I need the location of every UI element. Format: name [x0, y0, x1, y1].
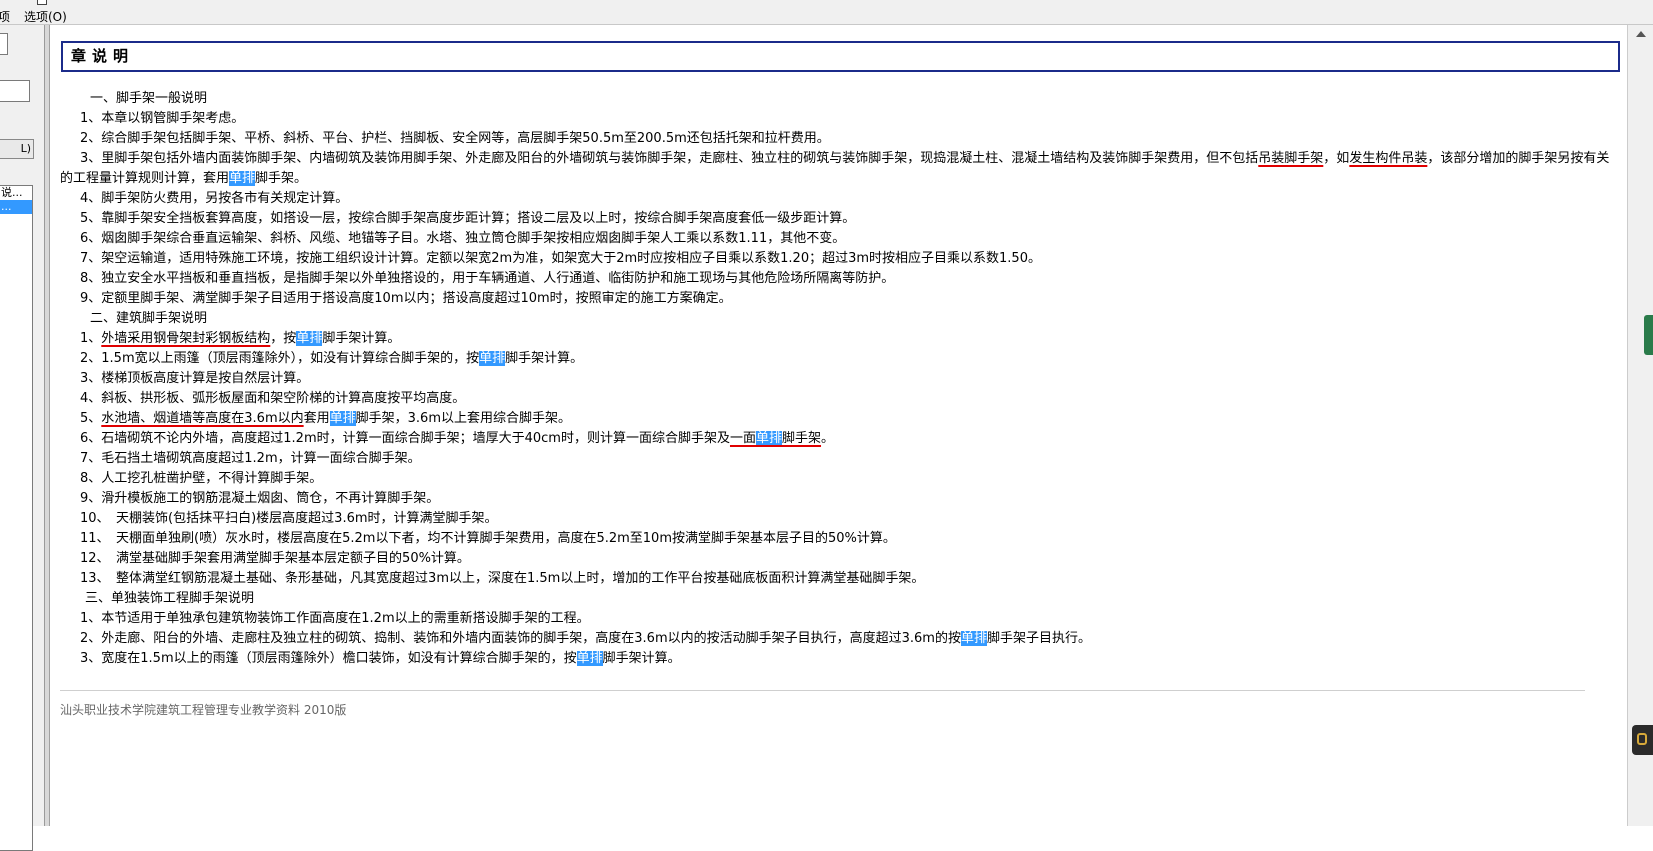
text-segment: 2、综合脚手架包括脚手架、平桥、斜桥、平台、护栏、挡脚板、安全网等，高层脚手架5… — [80, 131, 830, 146]
toolbar-item-view[interactable]: 项 — [0, 0, 14, 24]
text-segment: ，如 — [1323, 151, 1350, 166]
underlined-text: 外墙采用钢骨架封彩钢板结构 — [101, 331, 271, 346]
toolbar-item-view-label: 项 — [0, 10, 11, 24]
list-item[interactable]: 说... — [0, 186, 32, 200]
text-segment: 5、靠脚手架安全挡板套算高度，如搭设一层，按综合脚手架高度步距计算；搭设二层及以… — [80, 211, 856, 226]
text-segment: 脚手架，3.6m以上套用综合脚手架。 — [355, 411, 571, 426]
list-item: 13、 整体满堂红钢筋混凝土基础、条形基础，凡其宽度超过3m以上，深度在1.5m… — [60, 569, 1620, 589]
text-segment: 3、楼梯顶板高度计算是按自然层计算。 — [80, 371, 310, 386]
text-segment: ，按 — [270, 331, 297, 346]
text-segment: 9、滑升模板施工的钢筋混凝土烟囱、筒仓，不再计算脚手架。 — [80, 491, 440, 506]
list-item: 4、斜板、拱形板、弧形板屋面和架空阶梯的计算高度按平均高度。 — [60, 389, 1620, 409]
text-segment: 8、人工挖孔桩凿护壁，不得计算脚手架。 — [80, 471, 323, 486]
list-item-selected[interactable]: ... — [0, 200, 32, 214]
underlined-text: 吊装脚手架 — [1258, 151, 1324, 166]
text-segment: 。 — [821, 431, 835, 446]
section-title: 二、建筑脚手架说明 — [90, 311, 208, 326]
search-highlight: 单排 — [329, 411, 356, 426]
list-item: 1、本章以钢管脚手架考虑。 — [60, 109, 1620, 129]
list-item: 3、里脚手架包括外墙内面装饰脚手架、内墙砌筑及装饰用脚手架、外走廊及阳台的外墙砌… — [60, 149, 1620, 189]
section-title: 三、单独装饰工程脚手架说明 — [85, 591, 255, 606]
list-item: 9、定额里脚手架、满堂脚手架子目适用于搭设高度10m以内；搭设高度超过10m时，… — [60, 289, 1620, 309]
text-segment: 1、 — [80, 331, 102, 346]
list-item: 6、石墙砌筑不论内外墙，高度超过1.2m时，计算一面综合脚手架；墙厚大于40cm… — [60, 429, 1620, 449]
text-segment: 3、宽度在1.5m以上的雨篷（顶层雨篷除外）檐口装饰，如没有计算综合脚手架的，按 — [80, 651, 577, 666]
text-segment: 12、 满堂基础脚手架套用满堂脚手架基本层定额子目的50%计算。 — [80, 551, 470, 566]
list-item: 9、滑升模板施工的钢筋混凝土烟囱、筒仓，不再计算脚手架。 — [60, 489, 1620, 509]
text-segment: 13、 整体满堂红钢筋混凝土基础、条形基础，凡其宽度超过3m以上，深度在1.5m… — [80, 571, 925, 586]
text-segment: 2、1.5m宽以上雨篷（顶层雨篷除外），如没有计算综合脚手架的，按 — [80, 351, 480, 366]
text-segment: 5、 — [80, 411, 102, 426]
list-item: 7、架空运输道，适用特殊施工环境，按施工组织设计计算。定额以架宽2m为准，如架宽… — [60, 249, 1620, 269]
search-highlight: 单排 — [960, 631, 987, 646]
text-segment: 4、脚手架防火费用，另按各市有关规定计算。 — [80, 191, 349, 206]
list-item: 2、综合脚手架包括脚手架、平桥、斜桥、平台、护栏、挡脚板、安全网等，高层脚手架5… — [60, 129, 1620, 149]
vertical-scrollbar[interactable] — [1627, 25, 1653, 826]
left-pane-topic-list[interactable]: 说... ... — [0, 185, 33, 851]
text-segment: 11、 天棚面单独刷(喷）灰水时，楼层高度在5.2m以下者，均不计算脚手架费用，… — [80, 531, 896, 546]
left-pane: L) 说... ... — [0, 25, 45, 851]
toolbar: 项 选项(O) — [0, 0, 1653, 25]
list-item: 1、本节适用于单独承包建筑物装饰工作面高度在1.2m以上的需重新搭设脚手架的工程… — [60, 609, 1620, 629]
list-item: 2、1.5m宽以上雨篷（顶层雨篷除外），如没有计算综合脚手架的，按单排脚手架计算… — [60, 349, 1620, 369]
toolbar-options-label: 选项(O) — [24, 10, 67, 24]
list-item: 11、 天棚面单独刷(喷）灰水时，楼层高度在5.2m以下者，均不计算脚手架费用，… — [60, 529, 1620, 549]
side-tab[interactable] — [1644, 315, 1653, 355]
toolbar-options-button[interactable]: 选项(O) — [24, 0, 68, 24]
text-segment: 1、本节适用于单独承包建筑物装饰工作面高度在1.2m以上的需重新搭设脚手架的工程… — [80, 611, 590, 626]
list-item: 5、水池墙、烟道墙等高度在3.6m以内套用单排脚手架，3.6m以上套用综合脚手架… — [60, 409, 1620, 429]
list-item: 7、毛石挡土墙砌筑高度超过1.2m，计算一面综合脚手架。 — [60, 449, 1620, 469]
underlined-text: 发生构件吊装 — [1349, 151, 1428, 166]
list-item: 3、楼梯顶板高度计算是按自然层计算。 — [60, 369, 1620, 389]
text-segment: 3、里脚手架包括外墙内面装饰脚手架、内墙砌筑及装饰用脚手架、外走廊及阳台的外墙砌… — [80, 151, 1259, 166]
text-segment: 1、本章以钢管脚手架考虑。 — [80, 111, 245, 126]
left-pane-list-button[interactable]: L) — [0, 139, 34, 159]
dock-button[interactable] — [1632, 725, 1653, 755]
search-highlight: 单排 — [479, 351, 506, 366]
footer-divider — [60, 690, 1585, 691]
text-segment: 脚手架计算。 — [505, 351, 584, 366]
list-item: 4、脚手架防火费用，另按各市有关规定计算。 — [60, 189, 1620, 209]
text-segment: 2、外走廊、阳台的外墙、走廊柱及独立柱的砌筑、捣制、装饰和外墙内面装饰的脚手架，… — [80, 631, 961, 646]
text-segment: 7、架空运输道，适用特殊施工环境，按施工组织设计计算。定额以架宽2m为准，如架宽… — [80, 251, 1041, 266]
text-segment: 4、斜板、拱形板、弧形板屋面和架空阶梯的计算高度按平均高度。 — [80, 391, 466, 406]
list-item: 12、 满堂基础脚手架套用满堂脚手架基本层定额子目的50%计算。 — [60, 549, 1620, 569]
list-item: 3、宽度在1.5m以上的雨篷（顶层雨篷除外）檐口装饰，如没有计算综合脚手架的，按… — [60, 649, 1620, 669]
text-segment: 10、 天棚装饰(包括抹平扫白)楼层高度超过3.6m时，计算满堂脚手架。 — [80, 511, 498, 526]
lock-icon — [1637, 733, 1647, 745]
search-highlight: 单排 — [755, 431, 782, 446]
underlined-text: 脚手架 — [782, 431, 822, 446]
underlined-text: 一面 — [729, 431, 756, 446]
footer-text: 汕头职业技术学院建筑工程管理专业教学资料 2010版 — [60, 703, 347, 717]
options-icon — [37, 0, 47, 5]
text-segment: 9、定额里脚手架、满堂脚手架子目适用于搭设高度10m以内；搭设高度超过10m时，… — [80, 291, 732, 306]
list-item: 10、 天棚装饰(包括抹平扫白)楼层高度超过3.6m时，计算满堂脚手架。 — [60, 509, 1620, 529]
section-title: 一、脚手架一般说明 — [90, 91, 208, 106]
list-item: 5、靠脚手架安全挡板套算高度，如搭设一层，按综合脚手架高度步距计算；搭设二层及以… — [60, 209, 1620, 229]
document-content: 一、脚手架一般说明 1、本章以钢管脚手架考虑。 2、综合脚手架包括脚手架、平桥、斜桥… — [60, 89, 1620, 669]
list-item: 1、外墙采用钢骨架封彩钢板结构，按单排脚手架计算。 — [60, 329, 1620, 349]
page-title: 章说明 — [61, 41, 1620, 72]
scroll-up-icon[interactable] — [1636, 31, 1646, 37]
text-segment: 7、毛石挡土墙砌筑高度超过1.2m，计算一面综合脚手架。 — [80, 451, 421, 466]
search-highlight: 单排 — [229, 171, 256, 186]
text-segment: 脚手架计算。 — [322, 331, 401, 346]
left-pane-tab[interactable] — [0, 33, 8, 55]
underlined-text: 水池墙、烟道墙等高度在3.6m以内 — [101, 411, 304, 426]
left-pane-search-input[interactable] — [0, 80, 30, 102]
search-highlight: 单排 — [576, 651, 603, 666]
search-highlight: 单排 — [296, 331, 323, 346]
text-segment: 8、独立安全水平挡板和垂直挡板，是指脚手架以外单独搭设的，用于车辆通道、人行通道… — [80, 271, 895, 286]
text-segment: 脚手架子目执行。 — [986, 631, 1091, 646]
list-item: 8、独立安全水平挡板和垂直挡板，是指脚手架以外单独搭设的，用于车辆通道、人行通道… — [60, 269, 1620, 289]
text-segment: 脚手架计算。 — [602, 651, 681, 666]
list-item: 6、烟囱脚手架综合垂直运输架、斜桥、风缆、地锚等子目。水塔、独立筒仓脚手架按相应… — [60, 229, 1620, 249]
text-segment: 套用 — [303, 411, 330, 426]
text-segment: 6、石墙砌筑不论内外墙，高度超过1.2m时，计算一面综合脚手架；墙厚大于40cm… — [80, 431, 730, 446]
document-view: 章说明 一、脚手架一般说明 1、本章以钢管脚手架考虑。 2、综合脚手架包括脚手架、平… — [50, 25, 1626, 826]
text-segment: 脚手架。 — [255, 171, 308, 186]
list-item: 8、人工挖孔桩凿护壁，不得计算脚手架。 — [60, 469, 1620, 489]
text-segment: 6、烟囱脚手架综合垂直运输架、斜桥、风缆、地锚等子目。水塔、独立筒仓脚手架按相应… — [80, 231, 846, 246]
list-item: 2、外走廊、阳台的外墙、走廊柱及独立柱的砌筑、捣制、装饰和外墙内面装饰的脚手架，… — [60, 629, 1620, 649]
